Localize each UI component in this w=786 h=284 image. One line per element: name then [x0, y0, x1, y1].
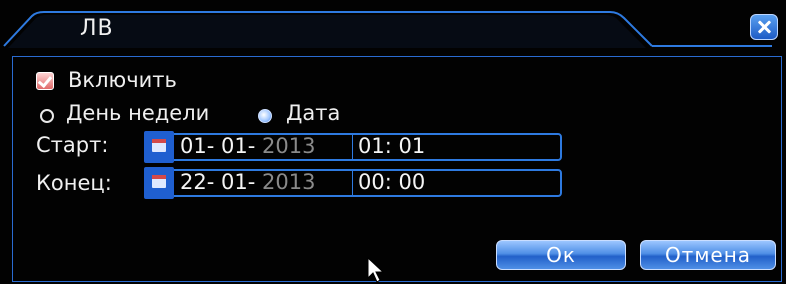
end-label: Конец: [36, 171, 112, 195]
field-divider [352, 133, 353, 161]
end-date[interactable]: 22- 01- 2013 [180, 170, 315, 194]
cancel-button[interactable]: Отмена [640, 240, 776, 270]
enable-checkbox[interactable] [36, 72, 54, 90]
radio-date[interactable] [258, 109, 272, 123]
window-title: ЛВ [80, 16, 114, 41]
end-month[interactable]: 01 [221, 170, 248, 194]
date-separator: - [206, 170, 221, 194]
ok-button[interactable]: Ок [496, 240, 626, 270]
radio-day-of-week[interactable] [40, 109, 54, 123]
start-month[interactable]: 01 [221, 134, 248, 158]
enable-label: Включить [68, 68, 177, 92]
end-year[interactable]: 2013 [262, 170, 315, 194]
start-time[interactable]: 01: 01 [358, 134, 425, 158]
start-day[interactable]: 01 [180, 134, 207, 158]
start-year[interactable]: 2013 [262, 134, 315, 158]
close-icon[interactable] [750, 14, 778, 40]
date-separator: - [206, 134, 221, 158]
calendar-icon[interactable] [144, 167, 174, 199]
start-date[interactable]: 01- 01- 2013 [180, 134, 315, 158]
end-day[interactable]: 22 [180, 170, 207, 194]
mouse-cursor-icon [367, 256, 385, 283]
radio-date-label: Дата [286, 101, 341, 125]
radio-day-of-week-label: День недели [66, 101, 210, 125]
start-label: Старт: [36, 133, 109, 157]
title-tab [3, 11, 772, 48]
date-separator: - [247, 134, 262, 158]
end-time[interactable]: 00: 00 [358, 170, 425, 194]
field-divider [352, 169, 353, 197]
calendar-icon[interactable] [144, 131, 174, 163]
schedule-dialog: ЛВ Включить День недели Дата Старт: 01- … [0, 0, 786, 284]
date-separator: - [247, 170, 262, 194]
